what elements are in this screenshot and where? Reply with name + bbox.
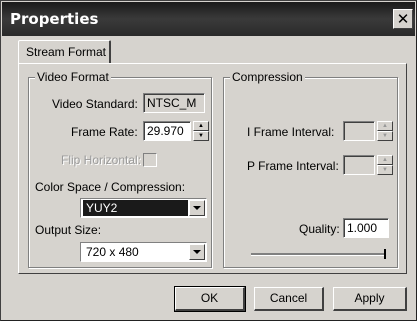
flip-horizontal-label: Flip Horizontal: [61,153,142,167]
frame-rate-input[interactable]: 29.970 [143,121,191,141]
i-frame-spinner[interactable]: ▲ ▼ [377,121,393,141]
close-button[interactable]: ✕ [393,9,413,29]
ok-button[interactable]: OK [174,286,246,312]
title-bar[interactable]: Properties ✕ [2,2,415,36]
quality-slider-track[interactable] [251,253,386,256]
quality-slider-thumb[interactable] [384,249,386,259]
tab-stream-format[interactable]: Stream Format [18,40,111,63]
color-space-select[interactable]: YUY2 [80,198,207,218]
spin-up-icon[interactable]: ▲ [193,121,209,131]
spin-down-icon[interactable]: ▼ [377,165,393,175]
properties-dialog: Properties ✕ Stream Format Video Format … [0,0,417,321]
frame-rate-label: Frame Rate: [71,125,138,139]
spin-down-icon[interactable]: ▼ [193,131,209,141]
video-format-title: Video Format [35,70,111,84]
i-frame-interval-input[interactable] [343,121,375,141]
color-space-value: YUY2 [83,200,188,216]
output-size-label: Output Size: [35,223,102,237]
video-standard-label: Video Standard: [52,97,138,111]
p-frame-spinner[interactable]: ▲ ▼ [377,155,393,175]
video-standard-field: NTSC_M [143,93,205,113]
frame-rate-spinner[interactable]: ▲ ▼ [193,121,209,141]
spin-down-icon[interactable]: ▼ [377,131,393,141]
tab-panel: Video Format Video Standard: NTSC_M Fram… [18,63,407,274]
flip-horizontal-checkbox[interactable] [143,153,157,167]
output-size-select[interactable]: 720 x 480 [80,242,207,262]
compression-title: Compression [230,70,305,84]
output-size-value: 720 x 480 [86,245,139,259]
quality-label: Quality: [299,222,340,236]
color-space-label: Color Space / Compression: [35,180,186,194]
apply-button[interactable]: Apply [333,287,407,311]
p-frame-interval-input[interactable] [343,155,375,175]
quality-input[interactable]: 1.000 [343,218,389,238]
i-frame-interval-label: I Frame Interval: [247,125,335,139]
compression-group: Compression I Frame Interval: ▲ ▼ P Fram… [223,70,398,268]
window-title: Properties [10,10,99,28]
chevron-down-icon[interactable] [189,200,205,216]
video-format-group: Video Format Video Standard: NTSC_M Fram… [28,70,212,268]
tab-label: Stream Format [26,45,107,59]
cancel-button[interactable]: Cancel [254,287,324,311]
chevron-down-icon[interactable] [189,244,205,260]
spin-up-icon[interactable]: ▲ [377,121,393,131]
close-icon: ✕ [396,10,410,28]
p-frame-interval-label: P Frame Interval: [247,159,339,173]
spin-up-icon[interactable]: ▲ [377,155,393,165]
